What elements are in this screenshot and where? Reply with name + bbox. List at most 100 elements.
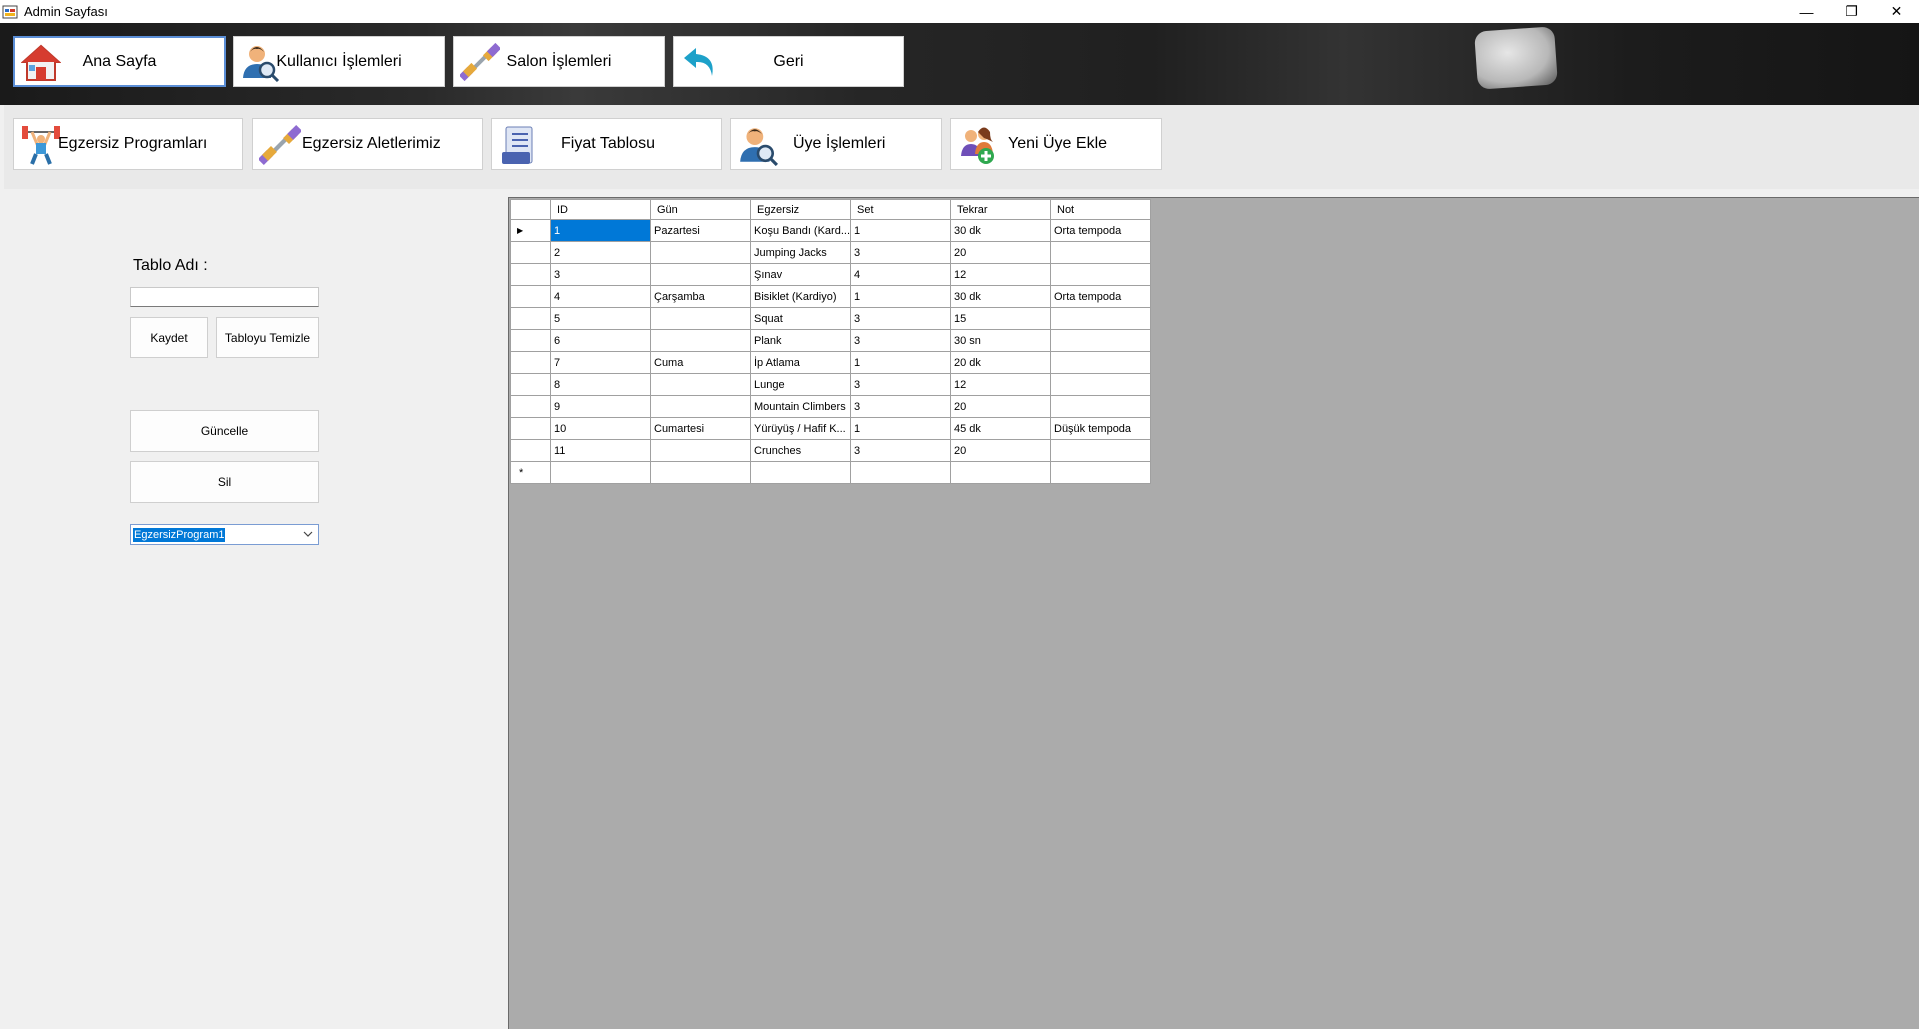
row-header[interactable] bbox=[510, 285, 551, 308]
exercise-equipment-button[interactable]: Egzersiz Aletlerimiz bbox=[252, 118, 483, 170]
grid-cell[interactable]: 8 bbox=[550, 373, 651, 396]
grid-cell[interactable]: Squat bbox=[750, 307, 851, 330]
column-header-set[interactable]: Set bbox=[850, 199, 951, 220]
grid-cell[interactable] bbox=[1050, 241, 1151, 264]
table-row[interactable]: 2 Jumping Jacks 3 20 bbox=[510, 241, 1151, 264]
grid-cell[interactable]: Orta tempoda bbox=[1050, 219, 1151, 242]
new-row[interactable]: * bbox=[510, 461, 1151, 484]
grid-cell[interactable]: Crunches bbox=[750, 439, 851, 462]
grid-cell[interactable]: 1 bbox=[850, 219, 951, 242]
column-header-note[interactable]: Not bbox=[1050, 199, 1151, 220]
grid-cell[interactable]: Cuma bbox=[650, 351, 751, 374]
home-button[interactable]: Ana Sayfa bbox=[13, 36, 226, 87]
grid-cell[interactable] bbox=[650, 241, 751, 264]
row-header[interactable] bbox=[510, 373, 551, 396]
grid-cell[interactable]: Jumping Jacks bbox=[750, 241, 851, 264]
grid-cell[interactable]: 1 bbox=[850, 351, 951, 374]
row-header[interactable] bbox=[510, 351, 551, 374]
column-header-day[interactable]: Gün bbox=[650, 199, 751, 220]
grid-cell[interactable]: 1 bbox=[850, 417, 951, 440]
table-row[interactable]: 3 Şınav 4 12 bbox=[510, 263, 1151, 286]
member-operations-button[interactable]: Üye İşlemleri bbox=[730, 118, 942, 170]
column-header-reps[interactable]: Tekrar bbox=[950, 199, 1051, 220]
table-row[interactable]: ▶ 1 Pazartesi Koşu Bandı (Kard... 1 30 dk Orta… bbox=[510, 219, 1151, 242]
grid-cell[interactable]: 30 sn bbox=[950, 329, 1051, 352]
grid-cell[interactable] bbox=[650, 395, 751, 418]
close-button[interactable]: ✕ bbox=[1874, 0, 1919, 23]
row-header[interactable] bbox=[510, 307, 551, 330]
grid-cell[interactable]: Pazartesi bbox=[650, 219, 751, 242]
grid-cell[interactable]: Mountain Climbers bbox=[750, 395, 851, 418]
table-row[interactable]: 11 Crunches 3 20 bbox=[510, 439, 1151, 462]
grid-cell[interactable]: Koşu Bandı (Kard... bbox=[750, 219, 851, 242]
grid-cell[interactable] bbox=[550, 461, 651, 484]
grid-cell[interactable]: 3 bbox=[850, 241, 951, 264]
grid-cell[interactable]: 45 dk bbox=[950, 417, 1051, 440]
grid-cell[interactable] bbox=[1050, 373, 1151, 396]
grid-cell[interactable] bbox=[750, 461, 851, 484]
grid-cell[interactable] bbox=[1050, 461, 1151, 484]
grid-cell[interactable]: 2 bbox=[550, 241, 651, 264]
grid-cell[interactable] bbox=[1050, 439, 1151, 462]
grid-cell[interactable]: 3 bbox=[850, 439, 951, 462]
grid-cell[interactable]: 4 bbox=[850, 263, 951, 286]
exercise-grid[interactable]: ID Gün Egzersiz Set Tekrar Not ▶ 1 Pazarte… bbox=[510, 199, 1151, 484]
row-header[interactable]: ▶ bbox=[510, 219, 551, 242]
table-row[interactable]: 9 Mountain Climbers 3 20 bbox=[510, 395, 1151, 418]
row-header[interactable] bbox=[510, 417, 551, 440]
chevron-down-icon[interactable] bbox=[302, 528, 314, 540]
table-row[interactable]: 4 Çarşamba Bisiklet (Kardiyo) 1 30 dk Orta te… bbox=[510, 285, 1151, 308]
grid-cell[interactable] bbox=[1050, 395, 1151, 418]
gym-operations-button[interactable]: Salon İşlemleri bbox=[453, 36, 665, 87]
user-operations-button[interactable]: Kullanıcı İşlemleri bbox=[233, 36, 445, 87]
table-row[interactable]: 5 Squat 3 15 bbox=[510, 307, 1151, 330]
minimize-button[interactable]: — bbox=[1784, 0, 1829, 23]
grid-cell[interactable]: Orta tempoda bbox=[1050, 285, 1151, 308]
grid-cell[interactable] bbox=[950, 461, 1051, 484]
grid-cell[interactable] bbox=[650, 307, 751, 330]
grid-cell[interactable]: 12 bbox=[950, 373, 1051, 396]
new-row-header[interactable]: * bbox=[510, 461, 551, 484]
grid-cell[interactable]: Plank bbox=[750, 329, 851, 352]
grid-cell[interactable]: 1 bbox=[850, 285, 951, 308]
grid-cell[interactable] bbox=[1050, 307, 1151, 330]
grid-cell[interactable]: 30 dk bbox=[950, 219, 1051, 242]
grid-cell[interactable]: 4 bbox=[550, 285, 651, 308]
grid-cell[interactable]: Düşük tempoda bbox=[1050, 417, 1151, 440]
table-name-input[interactable] bbox=[130, 287, 319, 307]
table-row[interactable]: 8 Lunge 3 12 bbox=[510, 373, 1151, 396]
grid-cell[interactable]: 6 bbox=[550, 329, 651, 352]
grid-cell[interactable]: 10 bbox=[550, 417, 651, 440]
grid-cell[interactable]: 12 bbox=[950, 263, 1051, 286]
grid-cell[interactable]: İp Atlama bbox=[750, 351, 851, 374]
grid-cell[interactable]: 20 bbox=[950, 395, 1051, 418]
row-header[interactable] bbox=[510, 241, 551, 264]
grid-cell[interactable]: 3 bbox=[550, 263, 651, 286]
row-header[interactable] bbox=[510, 395, 551, 418]
grid-cell[interactable]: Bisiklet (Kardiyo) bbox=[750, 285, 851, 308]
clear-table-button[interactable]: Tabloyu Temizle bbox=[216, 317, 319, 358]
grid-cell[interactable]: 9 bbox=[550, 395, 651, 418]
exercise-programs-button[interactable]: Egzersiz Programları bbox=[13, 118, 243, 170]
column-header-id[interactable]: ID bbox=[550, 199, 651, 220]
grid-cell[interactable] bbox=[1050, 351, 1151, 374]
price-table-button[interactable]: Fiyat Tablosu bbox=[491, 118, 722, 170]
add-member-button[interactable]: Yeni Üye Ekle bbox=[950, 118, 1162, 170]
update-button[interactable]: Güncelle bbox=[130, 410, 319, 452]
grid-cell[interactable]: Şınav bbox=[750, 263, 851, 286]
row-header[interactable] bbox=[510, 439, 551, 462]
row-header[interactable] bbox=[510, 263, 551, 286]
grid-cell[interactable] bbox=[650, 373, 751, 396]
row-header[interactable] bbox=[510, 329, 551, 352]
table-row[interactable]: 6 Plank 3 30 sn bbox=[510, 329, 1151, 352]
grid-cell[interactable]: 15 bbox=[950, 307, 1051, 330]
grid-cell[interactable]: Çarşamba bbox=[650, 285, 751, 308]
grid-cell[interactable] bbox=[650, 461, 751, 484]
grid-cell[interactable]: Cumartesi bbox=[650, 417, 751, 440]
grid-cell[interactable]: 30 dk bbox=[950, 285, 1051, 308]
grid-cell[interactable]: 3 bbox=[850, 307, 951, 330]
grid-cell[interactable]: 7 bbox=[550, 351, 651, 374]
grid-cell[interactable] bbox=[850, 461, 951, 484]
program-select[interactable]: EgzersizProgram1 bbox=[130, 524, 319, 545]
column-header-exercise[interactable]: Egzersiz bbox=[750, 199, 851, 220]
